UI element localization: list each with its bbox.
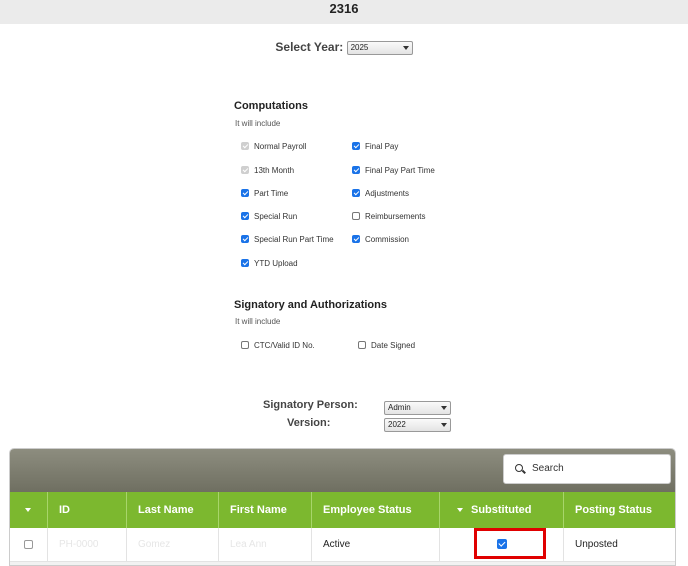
checkbox-special-run-part-time[interactable]: Special Run Part Time (241, 235, 334, 245)
checkbox (241, 142, 249, 150)
checkbox[interactable] (352, 166, 360, 174)
page-title: 2316 (329, 1, 359, 16)
cell-employee-status: Active (312, 528, 440, 562)
checkbox[interactable] (358, 341, 366, 349)
computations-subtitle: It will include (235, 119, 281, 128)
column-substituted[interactable]: Substituted (440, 492, 564, 528)
checkbox-commission[interactable]: Commission (352, 235, 409, 245)
search-icon (515, 464, 523, 472)
row-checkbox[interactable] (24, 540, 33, 549)
version-select[interactable]: 2022 (384, 417, 451, 432)
checkbox[interactable] (241, 212, 249, 220)
signatory-subtitle: It will include (235, 317, 281, 326)
signatory-person-value: Admin (388, 402, 411, 412)
signatory-person-select[interactable]: Admin (384, 400, 451, 415)
checkbox-13th-month: 13th Month (241, 166, 294, 176)
checkbox-label: Final Pay Part Time (365, 166, 435, 175)
checkbox-normal-payroll: Normal Payroll (241, 142, 306, 152)
checkbox (241, 166, 249, 174)
column-posting-status[interactable]: Posting Status (564, 492, 675, 528)
column-first-name[interactable]: First Name (219, 492, 312, 528)
checkbox[interactable] (352, 142, 360, 150)
signatory-person-label: Signatory Person: (263, 399, 358, 411)
cell-id: PH-0000 (48, 528, 127, 562)
checkbox-label: Special Run (254, 212, 298, 221)
year-row: Select Year: 2025 (0, 40, 688, 55)
chevron-down-icon (441, 405, 447, 410)
signatory-person-select-wrap: Admin (384, 399, 451, 417)
grid-toolbar: Search (10, 449, 675, 492)
column-substituted-label: Substituted (471, 504, 532, 516)
checkbox[interactable] (241, 235, 249, 243)
checkbox-part-time[interactable]: Part Time (241, 189, 288, 199)
checkbox-label: 13th Month (254, 166, 295, 175)
year-select-value: 2025 (350, 42, 369, 52)
checkbox[interactable] (352, 235, 360, 243)
grid-footer (10, 562, 675, 565)
checkbox[interactable] (241, 189, 249, 197)
checkbox-reimbursements[interactable]: Reimbursements (352, 212, 425, 222)
checkbox-date-signed[interactable]: Date Signed (358, 341, 415, 351)
version-select-wrap: 2022 (384, 416, 451, 434)
checkbox-adjustments[interactable]: Adjustments (352, 189, 409, 199)
year-select[interactable]: 2025 (346, 40, 413, 55)
checkbox-special-run[interactable]: Special Run (241, 212, 297, 222)
column-last-name[interactable]: Last Name (127, 492, 219, 528)
column-employee-status[interactable]: Employee Status (312, 492, 440, 528)
checkbox-label: Adjustments (365, 189, 410, 198)
select-all-column[interactable] (10, 492, 48, 528)
signatory-title: Signatory and Authorizations (234, 299, 387, 311)
employee-grid: Search ID Last Name First Name Employee … (9, 448, 676, 566)
column-id[interactable]: ID (48, 492, 127, 528)
checkbox-label: Normal Payroll (254, 142, 307, 151)
checkbox-label: Part Time (254, 189, 289, 198)
checkbox-label: Commission (365, 235, 410, 244)
row-select-cell (10, 528, 48, 562)
cell-posting-status: Unposted (575, 539, 618, 550)
checkbox-label: Date Signed (371, 341, 416, 350)
chevron-down-icon (25, 508, 31, 513)
sort-desc-icon (457, 508, 463, 513)
cell-first-name: Lea Ann (219, 528, 312, 562)
version-value: 2022 (388, 419, 406, 429)
search-placeholder: Search (532, 463, 564, 474)
chevron-down-icon (441, 422, 447, 427)
checkbox-final-pay[interactable]: Final Pay (352, 142, 398, 152)
table-row[interactable]: PH-0000 Gomez Lea Ann Active Unposted (10, 528, 675, 562)
search-input[interactable]: Search (503, 454, 671, 484)
top-bar: 2316 (0, 0, 688, 24)
year-label: Select Year: (275, 40, 344, 54)
checkbox[interactable] (241, 259, 249, 267)
checkbox-label: CTC/Valid ID No. (254, 341, 315, 350)
computations-title: Computations (234, 100, 308, 112)
checkbox[interactable] (241, 341, 249, 349)
checkbox-label: Reimbursements (365, 212, 426, 221)
checkbox-label: YTD Upload (254, 259, 298, 268)
checkbox-label: Special Run Part Time (254, 235, 334, 244)
checkbox-label: Final Pay (365, 142, 399, 151)
chevron-down-icon (402, 45, 409, 50)
grid-header: ID Last Name First Name Employee Status … (10, 492, 675, 528)
cell-last-name: Gomez (127, 528, 219, 562)
highlight-box (474, 528, 546, 559)
checkbox[interactable] (352, 189, 360, 197)
checkbox-ctc-valid-id[interactable]: CTC/Valid ID No. (241, 341, 315, 351)
checkbox-final-pay-part-time[interactable]: Final Pay Part Time (352, 166, 435, 176)
version-label: Version: (287, 417, 331, 429)
checkbox[interactable] (352, 212, 360, 220)
checkbox-ytd-upload[interactable]: YTD Upload (241, 259, 298, 269)
